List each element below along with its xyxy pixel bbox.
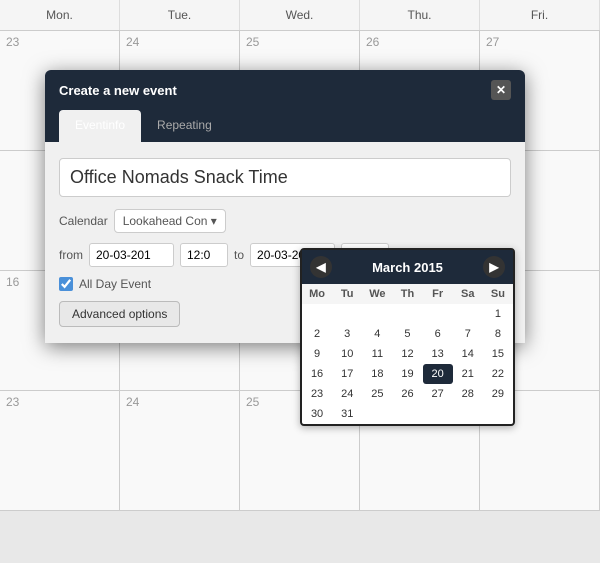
mini-cal-day bbox=[302, 304, 332, 324]
next-month-button[interactable]: ▶ bbox=[483, 256, 505, 278]
mini-cal-day[interactable]: 31 bbox=[332, 404, 362, 424]
mini-cal-day bbox=[392, 304, 422, 324]
mini-cal-day[interactable]: 12 bbox=[392, 344, 422, 364]
cal-cell: 24 bbox=[120, 391, 240, 510]
calendar-field-row: Calendar Lookahead Con ▾ bbox=[59, 209, 511, 233]
dow-tu: Tu bbox=[332, 284, 362, 304]
mini-cal-day[interactable]: 10 bbox=[332, 344, 362, 364]
mini-cal-day[interactable]: 4 bbox=[362, 324, 392, 344]
mini-cal-day[interactable]: 24 bbox=[332, 384, 362, 404]
event-name-input[interactable] bbox=[59, 158, 511, 197]
from-date-input[interactable] bbox=[89, 243, 174, 267]
modal-title: Create a new event bbox=[59, 83, 177, 98]
modal-header: Create a new event ✕ bbox=[45, 70, 525, 110]
mini-cal-day[interactable]: 21 bbox=[453, 364, 483, 384]
mini-cal-day bbox=[423, 404, 453, 424]
mini-cal-day[interactable]: 27 bbox=[423, 384, 453, 404]
mini-cal-day[interactable]: 9 bbox=[302, 344, 332, 364]
mini-cal-day bbox=[362, 304, 392, 324]
day-mon: Mon. bbox=[0, 0, 120, 30]
dow-we: We bbox=[362, 284, 392, 304]
mini-cal-day[interactable]: 14 bbox=[453, 344, 483, 364]
day-fri: Fri. bbox=[480, 0, 600, 30]
close-button[interactable]: ✕ bbox=[491, 80, 511, 100]
mini-cal-day[interactable]: 19 bbox=[392, 364, 422, 384]
mini-cal-day[interactable]: 8 bbox=[483, 324, 513, 344]
day-tue: Tue. bbox=[120, 0, 240, 30]
mini-cal-day[interactable]: 3 bbox=[332, 324, 362, 344]
mini-cal-dow: Mo Tu We Th Fr Sa Su bbox=[302, 284, 513, 304]
mini-cal-day[interactable]: 13 bbox=[423, 344, 453, 364]
dow-fr: Fr bbox=[423, 284, 453, 304]
from-time-input[interactable] bbox=[180, 243, 228, 267]
mini-cal-day[interactable]: 20 bbox=[423, 364, 453, 384]
to-label: to bbox=[234, 248, 244, 262]
mini-cal-day[interactable]: 1 bbox=[483, 304, 513, 324]
dow-sa: Sa bbox=[453, 284, 483, 304]
calendar-label: Calendar bbox=[59, 214, 108, 228]
tabs-container: Eventinfo Repeating bbox=[45, 110, 525, 142]
all-day-label: All Day Event bbox=[79, 277, 151, 291]
cal-cell: 23 bbox=[0, 391, 120, 510]
all-day-checkbox[interactable] bbox=[59, 277, 73, 291]
mini-cal-day[interactable]: 26 bbox=[392, 384, 422, 404]
calendar-select[interactable]: Lookahead Con ▾ bbox=[114, 209, 226, 233]
mini-cal-day[interactable]: 28 bbox=[453, 384, 483, 404]
mini-cal-title: March 2015 bbox=[372, 260, 443, 275]
mini-calendar: ◀ March 2015 ▶ Mo Tu We Th Fr Sa Su 1234… bbox=[300, 248, 515, 426]
mini-cal-day[interactable]: 22 bbox=[483, 364, 513, 384]
day-thu: Thu. bbox=[360, 0, 480, 30]
dow-mo: Mo bbox=[302, 284, 332, 304]
calendar-header: Mon. Tue. Wed. Thu. Fri. bbox=[0, 0, 600, 31]
mini-cal-day[interactable]: 29 bbox=[483, 384, 513, 404]
mini-cal-day[interactable]: 25 bbox=[362, 384, 392, 404]
mini-cal-day[interactable]: 15 bbox=[483, 344, 513, 364]
mini-cal-day bbox=[483, 404, 513, 424]
dow-su: Su bbox=[483, 284, 513, 304]
day-wed: Wed. bbox=[240, 0, 360, 30]
mini-cal-day bbox=[392, 404, 422, 424]
mini-cal-day[interactable]: 17 bbox=[332, 364, 362, 384]
prev-month-button[interactable]: ◀ bbox=[310, 256, 332, 278]
mini-cal-header: ◀ March 2015 ▶ bbox=[302, 250, 513, 284]
mini-cal-day[interactable]: 23 bbox=[302, 384, 332, 404]
mini-cal-day[interactable]: 18 bbox=[362, 364, 392, 384]
mini-cal-day bbox=[453, 404, 483, 424]
mini-cal-day[interactable]: 7 bbox=[453, 324, 483, 344]
mini-cal-day[interactable]: 30 bbox=[302, 404, 332, 424]
mini-cal-day bbox=[423, 304, 453, 324]
mini-cal-day[interactable]: 2 bbox=[302, 324, 332, 344]
mini-cal-days: 1234567891011121314151617181920212223242… bbox=[302, 304, 513, 424]
mini-cal-day[interactable]: 11 bbox=[362, 344, 392, 364]
mini-cal-day bbox=[453, 304, 483, 324]
mini-cal-day bbox=[332, 304, 362, 324]
dow-th: Th bbox=[392, 284, 422, 304]
mini-cal-day bbox=[362, 404, 392, 424]
mini-cal-day[interactable]: 5 bbox=[392, 324, 422, 344]
mini-cal-day[interactable]: 6 bbox=[423, 324, 453, 344]
tab-eventinfo[interactable]: Eventinfo bbox=[59, 110, 141, 142]
from-label: from bbox=[59, 248, 83, 262]
tab-repeating[interactable]: Repeating bbox=[141, 110, 228, 142]
advanced-options-button[interactable]: Advanced options bbox=[59, 301, 180, 327]
mini-cal-day[interactable]: 16 bbox=[302, 364, 332, 384]
